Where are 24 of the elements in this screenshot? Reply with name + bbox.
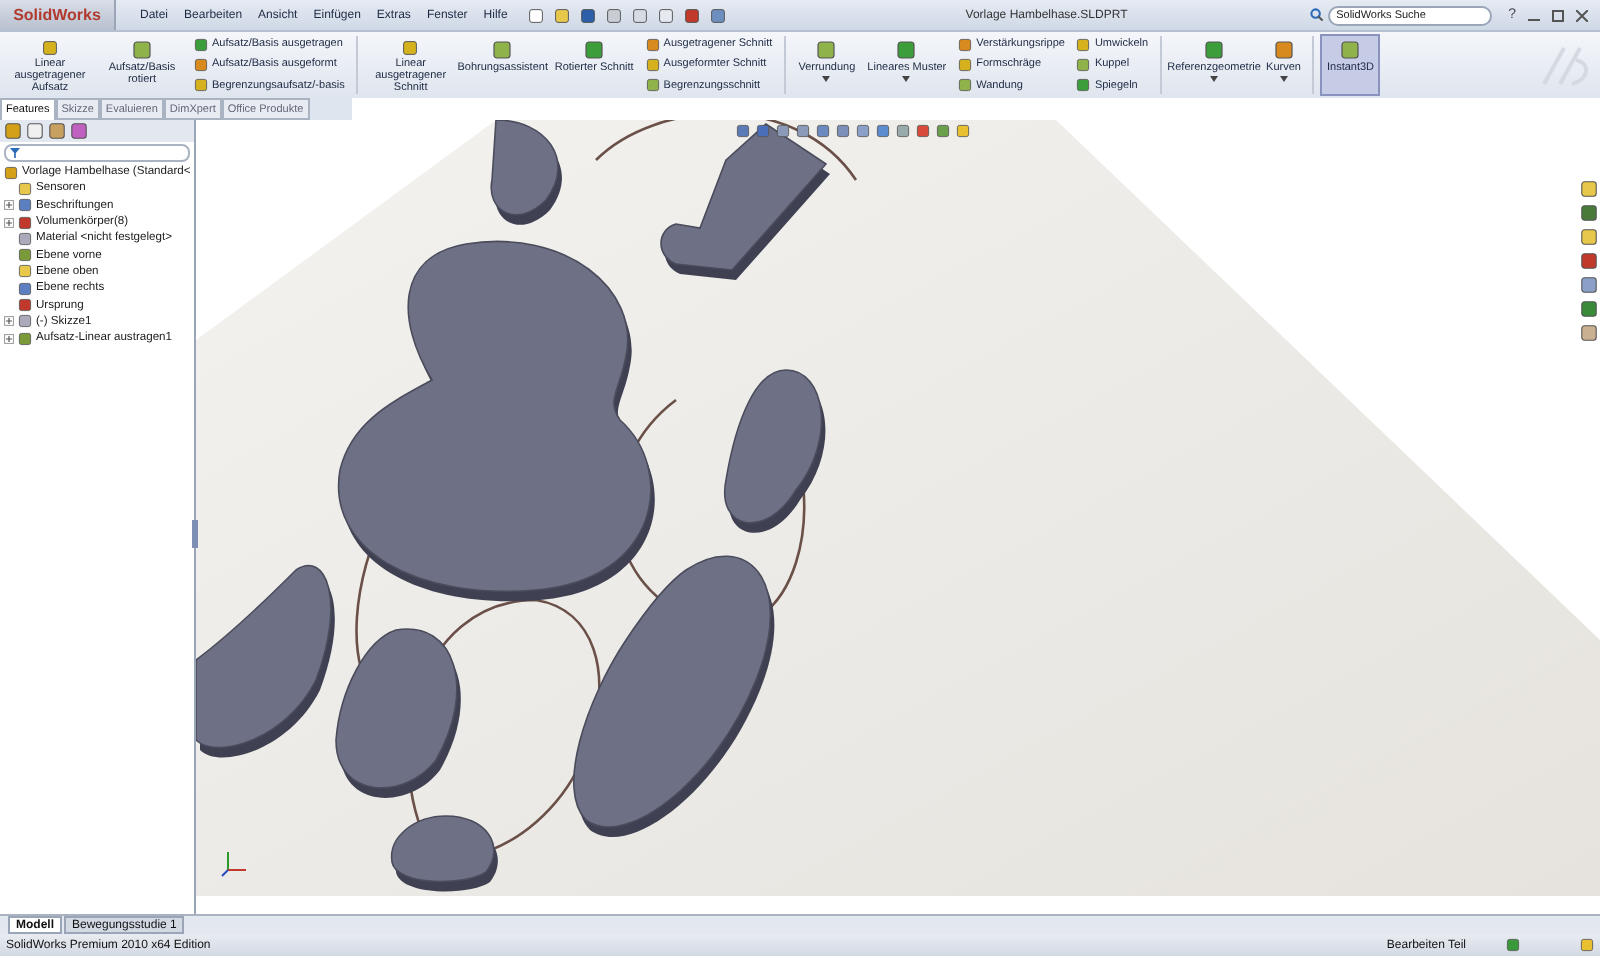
expand-icon[interactable] [4,217,14,228]
tool-icon [1273,40,1294,60]
expand-icon[interactable] [4,316,14,327]
expand-icon[interactable] [4,200,14,211]
tool-icon [40,40,60,56]
tool-icon [492,40,513,60]
filter-icon [10,148,20,158]
maximize-icon[interactable] [1552,9,1564,21]
filter-field[interactable] [4,144,190,162]
tool-icon [816,40,837,60]
plate-drawing [390,815,498,892]
axis-triad-icon [220,850,248,878]
tool-icon [132,40,152,60]
panel-handle[interactable] [192,520,198,548]
close-icon[interactable] [1576,9,1588,21]
search-icon [1310,8,1325,22]
plate-drawing [490,120,562,225]
tool-icon [1340,40,1361,60]
tool-icon [1204,40,1225,60]
tool-icon [584,40,605,60]
app-logo: SolidWorks [0,0,116,30]
expand-icon[interactable] [4,333,14,344]
tool-icon [896,40,917,60]
tool-icon [400,40,421,56]
